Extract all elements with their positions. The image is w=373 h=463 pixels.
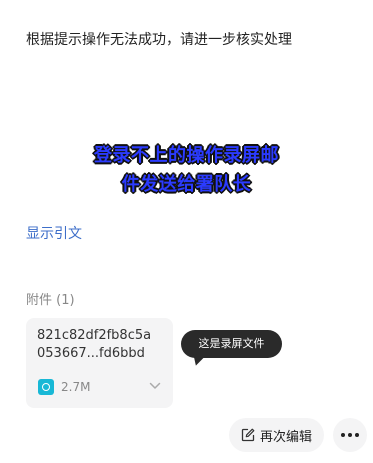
more-icon-dot	[348, 433, 352, 437]
more-icon	[341, 433, 345, 437]
attachments-header: 附件 (1)	[26, 293, 75, 308]
video-file-icon	[38, 379, 54, 395]
message-instruction: 根据提示操作无法成功，请进一步核实处理	[26, 32, 292, 48]
more-icon-dot	[355, 433, 359, 437]
tooltip-tail	[190, 353, 206, 368]
edit-icon	[241, 428, 255, 442]
overlay-line-2: 件发送给署队长	[121, 174, 252, 195]
overlay-annotation: 登录不上的操作录屏邮 件发送给署队长	[0, 141, 373, 199]
attachment-file-size: 2.7M	[61, 380, 91, 394]
more-options-button[interactable]	[333, 418, 367, 452]
chevron-down-icon[interactable]	[149, 381, 161, 391]
file-name-line-2: 053667...fd6bbd	[37, 346, 145, 361]
file-name-line-1: 821c82df2fb8c5a	[37, 328, 152, 343]
show-quote-link[interactable]: 显示引文	[26, 225, 82, 243]
attachment-card[interactable]: 821c82df2fb8c5a 053667...fd6bbd 2.7M	[26, 318, 173, 408]
edit-again-button[interactable]: 再次编辑	[229, 418, 324, 452]
edit-again-label: 再次编辑	[259, 429, 312, 445]
overlay-line-1: 登录不上的操作录屏邮	[94, 145, 279, 166]
attachment-file-name: 821c82df2fb8c5a 053667...fd6bbd	[37, 327, 167, 363]
